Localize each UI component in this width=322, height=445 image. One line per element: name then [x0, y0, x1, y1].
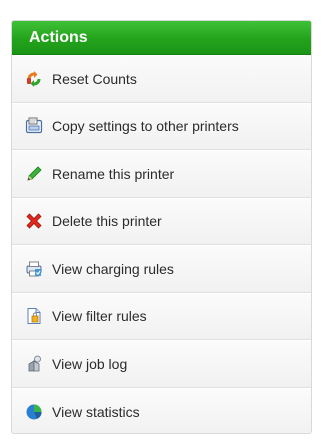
- action-view-job-log-label: View job log: [52, 355, 128, 372]
- job-log-icon: [24, 354, 44, 374]
- action-view-filter-rules-label: View filter rules: [52, 308, 147, 325]
- action-delete-printer[interactable]: Delete this printer: [12, 197, 311, 245]
- action-rename-printer[interactable]: Rename this printer: [12, 150, 311, 198]
- rename-pencil-icon: [24, 164, 44, 184]
- action-view-statistics[interactable]: View statistics: [12, 387, 311, 433]
- action-view-charging-rules-label: View charging rules: [52, 260, 174, 277]
- delete-x-icon: [24, 211, 44, 231]
- action-view-statistics-label: View statistics: [52, 403, 140, 420]
- action-copy-settings-label: Copy settings to other printers: [52, 118, 239, 135]
- action-reset-counts[interactable]: Reset Counts: [12, 55, 311, 103]
- action-rename-printer-label: Rename this printer: [52, 165, 175, 182]
- actions-panel-header: Actions: [12, 21, 311, 55]
- action-reset-counts-label: Reset Counts: [52, 70, 137, 87]
- action-delete-printer-label: Delete this printer: [52, 213, 162, 230]
- action-view-filter-rules[interactable]: View filter rules: [12, 292, 311, 340]
- actions-panel-title: Actions: [29, 28, 88, 46]
- actions-panel: Actions Reset Counts Copy settings to ot…: [11, 20, 312, 434]
- charging-rules-icon: [24, 259, 44, 279]
- statistics-pie-icon: [24, 402, 44, 422]
- reset-counts-icon: [24, 69, 44, 89]
- filter-rules-icon: [24, 306, 44, 326]
- copy-settings-icon: [24, 116, 44, 136]
- action-copy-settings[interactable]: Copy settings to other printers: [12, 102, 311, 150]
- action-view-job-log[interactable]: View job log: [12, 340, 311, 388]
- actions-list: Reset Counts Copy settings to other prin…: [12, 55, 311, 433]
- action-view-charging-rules[interactable]: View charging rules: [12, 245, 311, 293]
